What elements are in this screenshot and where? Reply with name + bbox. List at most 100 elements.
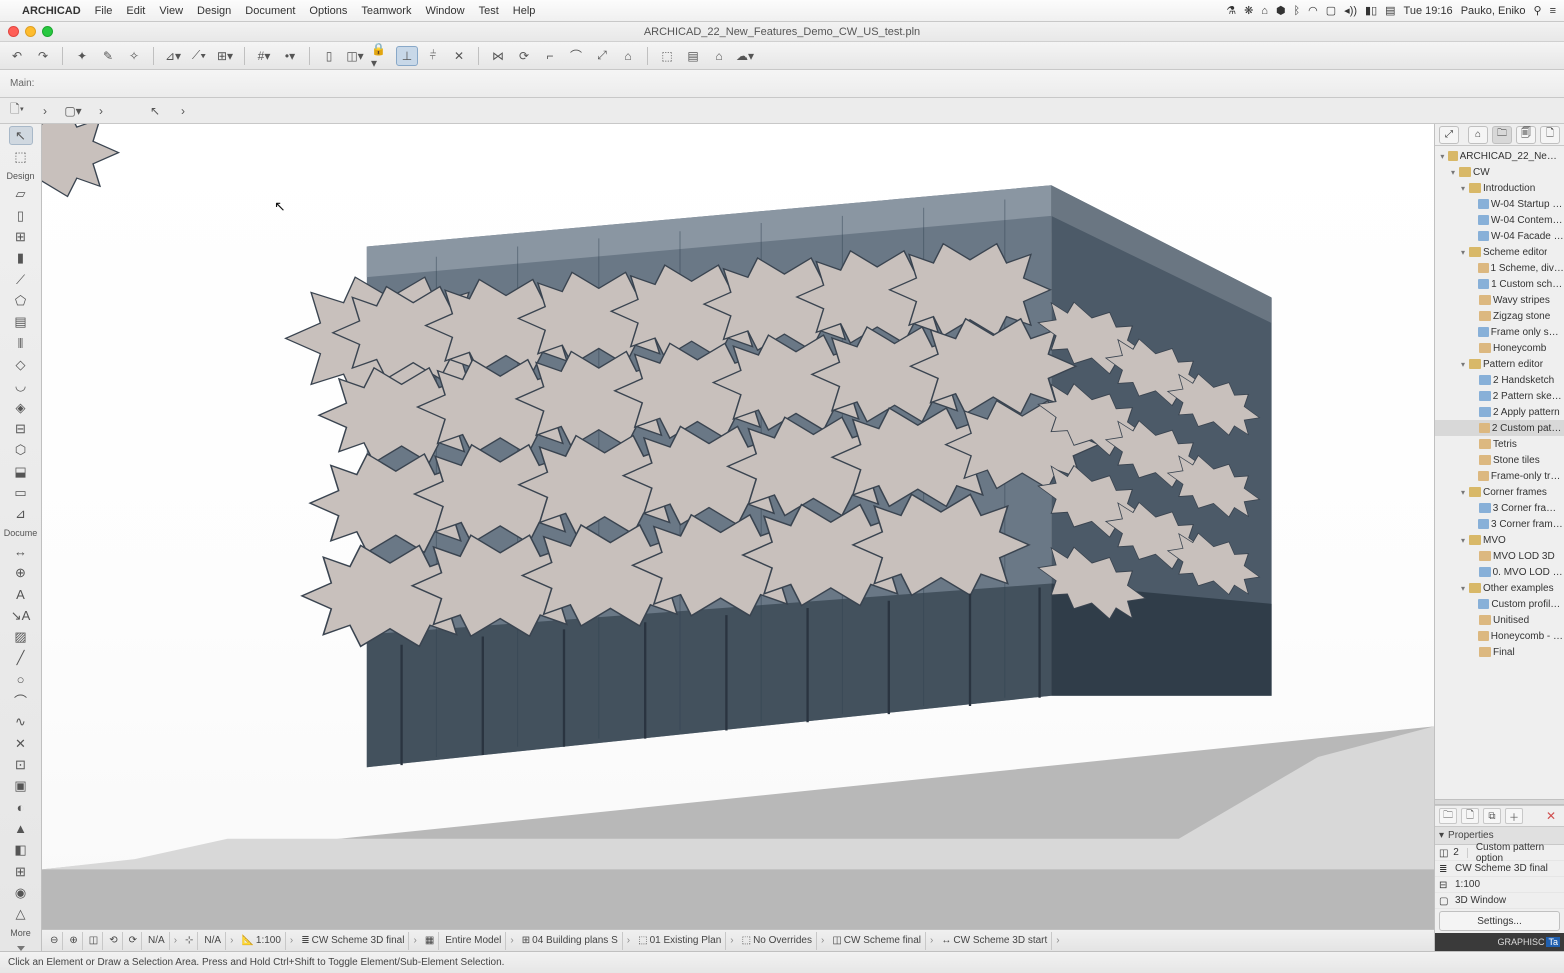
redo-button[interactable]: ↷ [32, 46, 54, 66]
eyedropper-button[interactable]: ✎ [97, 46, 119, 66]
disclosure-icon[interactable]: ▾ [1459, 536, 1467, 545]
tree-row[interactable]: Honeycomb - winc [1435, 628, 1564, 644]
menu-document[interactable]: Document [245, 5, 295, 17]
tree-row[interactable]: 2 Custom pattern [1435, 420, 1564, 436]
tree-row[interactable]: Frame only shadin [1435, 324, 1564, 340]
tree-row[interactable]: Frame-only tree fa [1435, 468, 1564, 484]
shell-tool[interactable]: ◡ [9, 377, 33, 396]
notifications-icon[interactable]: ≡ [1550, 5, 1556, 17]
tree-row[interactable]: 2 Apply pattern [1435, 404, 1564, 420]
disclosure-icon[interactable]: ▾ [1439, 152, 1446, 161]
line-tool[interactable]: ╱ [9, 649, 33, 668]
morph-tool[interactable]: ⬡ [9, 441, 33, 460]
nav-popup-button[interactable]: ⤢ [1439, 126, 1459, 144]
skylight-tool[interactable]: ◈ [9, 398, 33, 417]
worksheet-tool[interactable]: ⊞ [9, 862, 33, 881]
spotlight-icon[interactable]: ⚲ [1534, 4, 1542, 17]
tree-row[interactable]: ▾ARCHICAD_22_New_Featu [1435, 148, 1564, 164]
window-tool[interactable]: ⊞ [9, 227, 33, 246]
figure-tool[interactable]: ⊡ [9, 755, 33, 774]
dot-button[interactable]: •▾ [279, 46, 301, 66]
tree-row[interactable]: ▾Scheme editor [1435, 244, 1564, 260]
wifi-icon[interactable]: ◠ [1308, 4, 1318, 17]
prop-source-row[interactable]: ≣CW Scheme 3D final [1435, 861, 1564, 877]
lock-button[interactable]: 🔒▾ [370, 46, 392, 66]
tree-row[interactable]: 0. MVO LOD FP [1435, 564, 1564, 580]
zoom-value-1[interactable]: N/A [144, 932, 170, 950]
zoom-value-2[interactable]: N/A [200, 932, 226, 950]
nav-new-folder-button[interactable]: 🗀 [1439, 808, 1457, 824]
tree-row[interactable]: Zigzag stone [1435, 308, 1564, 324]
tree-row[interactable]: ▾Pattern editor [1435, 356, 1564, 372]
tree-row[interactable]: ▾Corner frames [1435, 484, 1564, 500]
disclosure-icon[interactable]: ▾ [1459, 584, 1467, 593]
disclosure-icon[interactable]: ▾ [1459, 360, 1467, 369]
wall-tool[interactable]: ▱ [9, 185, 33, 204]
cloud-button[interactable]: ☁▾ [734, 46, 756, 66]
resize-button[interactable]: ⤢ [591, 46, 613, 66]
battery-icon[interactable]: ▮▯ [1365, 4, 1377, 17]
roof-tool[interactable]: ◇ [9, 355, 33, 374]
renovation-button[interactable]: ⬚ 01 Existing Plan [634, 932, 726, 950]
section-tool[interactable]: ◐ [9, 798, 33, 817]
nav-new-button[interactable]: ＋ [1505, 808, 1523, 824]
pen-set-button[interactable]: ⊞ 04 Building plans S [518, 932, 623, 950]
zoom-window-button[interactable] [42, 26, 53, 37]
3d-viewport[interactable]: ↖ [42, 124, 1434, 951]
zoom-prev-button[interactable]: ⟲ [105, 932, 122, 950]
volume-icon[interactable]: ◂)) [1344, 4, 1357, 17]
drawing-tool[interactable]: ▣ [9, 777, 33, 796]
zone-tool[interactable]: ▭ [9, 483, 33, 502]
display-icon[interactable]: ▢ [1326, 4, 1336, 17]
mvo-button[interactable]: ◫ CW Scheme final [828, 932, 926, 950]
tree-row[interactable]: Wavy stripes [1435, 292, 1564, 308]
gravity-button[interactable]: ⊥ [396, 46, 418, 66]
pick-button[interactable]: ✦ [71, 46, 93, 66]
fill-tool[interactable]: ▨ [9, 627, 33, 646]
tree-row[interactable]: W-04 Startup slide [1435, 196, 1564, 212]
tree-row[interactable]: ▾MVO [1435, 532, 1564, 548]
dimension-button[interactable]: ↔ CW Scheme 3D start [937, 932, 1052, 950]
trace-button[interactable]: ✕ [448, 46, 470, 66]
disclosure-icon[interactable]: ▾ [1459, 184, 1467, 193]
close-window-button[interactable] [8, 26, 19, 37]
tree-row[interactable]: Tetris [1435, 436, 1564, 452]
tree-row[interactable]: 2 Pattern sketch [1435, 388, 1564, 404]
flag-icon[interactable]: ▤ [1385, 4, 1395, 17]
prop-window-row[interactable]: ▢3D Window [1435, 893, 1564, 909]
menu-options[interactable]: Options [309, 5, 347, 17]
menu-help[interactable]: Help [513, 5, 536, 17]
cube-button[interactable]: ◫▾ [344, 46, 366, 66]
menu-file[interactable]: File [95, 5, 113, 17]
tree-row[interactable]: 2 Handsketch [1435, 372, 1564, 388]
snap-button[interactable]: ⊞▾ [214, 46, 236, 66]
menu-edit[interactable]: Edit [126, 5, 145, 17]
tree-row[interactable]: 3 Corner frames [1435, 500, 1564, 516]
menu-window[interactable]: Window [425, 5, 464, 17]
tree-row[interactable]: MVO LOD 3D [1435, 548, 1564, 564]
user-name[interactable]: Pauko, Eniko [1461, 5, 1526, 17]
view-button[interactable]: ⌂ [708, 46, 730, 66]
minimize-window-button[interactable] [25, 26, 36, 37]
zoom-next-button[interactable]: ⟳ [125, 932, 142, 950]
split-button[interactable]: ⋈ [487, 46, 509, 66]
arrow-tool[interactable]: ↖ [9, 126, 33, 145]
disclosure-icon[interactable]: ▾ [1449, 168, 1457, 177]
navigator-tree[interactable]: ▾ARCHICAD_22_New_Featu▾CW▾IntroductionW-… [1435, 146, 1564, 799]
tree-row[interactable]: Custom profiled fr [1435, 596, 1564, 612]
status-icon[interactable]: ⚗ [1226, 4, 1236, 17]
nav-publisher-button[interactable]: 🗋 [1540, 126, 1560, 144]
menu-view[interactable]: View [159, 5, 183, 17]
home-view-button[interactable]: ▢▾ [62, 101, 84, 121]
column-tool[interactable]: ▮ [9, 249, 33, 268]
disclosure-icon[interactable]: ▾ [1459, 248, 1467, 257]
tree-row[interactable]: 1 Custom scheme [1435, 276, 1564, 292]
status-icon[interactable]: ⬢ [1276, 4, 1286, 17]
tree-row[interactable]: Final [1435, 644, 1564, 660]
disclosure-icon[interactable]: ▾ [1459, 488, 1467, 497]
tree-row[interactable]: 3 Corner frames F [1435, 516, 1564, 532]
prop-id-row[interactable]: ◫2Custom pattern option [1435, 845, 1564, 861]
ruler-button[interactable]: ▯ [318, 46, 340, 66]
slab-tool[interactable]: ⬠ [9, 291, 33, 310]
tree-row[interactable]: Unitised [1435, 612, 1564, 628]
